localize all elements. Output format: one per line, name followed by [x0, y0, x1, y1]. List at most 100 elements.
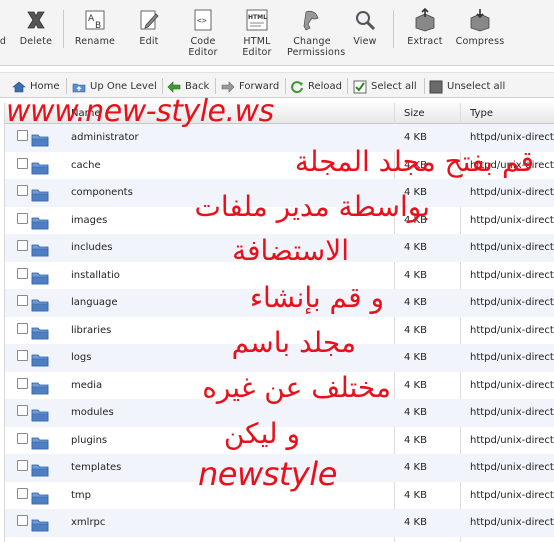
row-checkbox[interactable]	[17, 432, 28, 444]
folder-up-icon	[72, 83, 86, 92]
forward-arrow-icon	[221, 80, 235, 93]
extract-box-icon	[415, 8, 435, 32]
rename-button[interactable]: A B Rename	[72, 8, 118, 64]
code-editor-label: Code Editor	[188, 36, 218, 58]
file-size: 4 KB	[404, 297, 427, 308]
delete-x-icon	[27, 11, 45, 29]
row-checkbox[interactable]	[17, 322, 28, 334]
file-type: httpd/unix-directo	[470, 214, 554, 226]
file-name[interactable]: cache	[71, 160, 101, 171]
instruction-line: بواسطة مدير ملفات	[194, 190, 430, 223]
file-name[interactable]: plugins	[71, 435, 107, 446]
size-column-header[interactable]: Size	[404, 108, 425, 119]
file-name[interactable]: administrator	[71, 132, 139, 143]
file-name[interactable]: modules	[71, 407, 114, 418]
delete-button[interactable]: Delete	[16, 8, 56, 64]
file-type: httpd/unix-directo	[470, 489, 554, 501]
file-type: httpd/unix-directo	[470, 352, 554, 363]
file-name[interactable]: libraries	[71, 325, 111, 336]
unselect-all-button[interactable]: Unselect all	[429, 78, 505, 95]
html-editor-button[interactable]: HTML HTML Editor	[237, 8, 277, 64]
file-type: httpd/unix-directo	[470, 517, 554, 528]
file-name[interactable]: images	[71, 215, 107, 226]
folder-icon	[31, 409, 49, 422]
back-label: Back	[185, 81, 210, 92]
file-size: 4 KB	[404, 489, 427, 501]
reload-icon	[291, 80, 303, 93]
instruction-line: قم بفتح مجلد المجلة	[294, 145, 534, 178]
folder-icon	[31, 464, 49, 477]
row-checkbox[interactable]	[17, 130, 28, 141]
row-checkbox[interactable]	[17, 350, 28, 361]
view-button[interactable]: View	[350, 8, 380, 64]
file-type: httpd/unix-directo	[470, 132, 554, 143]
file-name[interactable]: tmp	[71, 490, 91, 501]
nav-divider	[162, 78, 163, 94]
row-checkbox[interactable]	[17, 460, 28, 471]
file-type: httpd/unix-directo	[470, 434, 554, 446]
back-button[interactable]: Back	[167, 78, 209, 95]
row-checkbox[interactable]	[17, 240, 28, 251]
view-label: View	[353, 36, 377, 47]
toolbar-divider	[393, 10, 394, 48]
folder-icon	[31, 437, 49, 449]
rename-label: Rename	[74, 36, 116, 47]
file-type: httpd/unix-directo	[470, 324, 554, 336]
row-checkbox[interactable]	[17, 487, 28, 499]
file-name[interactable]: logs	[71, 352, 91, 363]
row-checkbox[interactable]	[17, 405, 28, 416]
magnifier-icon	[356, 11, 376, 31]
folder-icon	[31, 272, 49, 284]
reload-button[interactable]: Reload	[290, 78, 342, 95]
watermark-url: www.new-style.ws	[6, 94, 274, 129]
change-permissions-button[interactable]: Change Permissions	[287, 8, 345, 64]
file-name[interactable]: includes	[71, 242, 112, 253]
code-editor-button[interactable]: <> Code Editor	[182, 8, 224, 64]
checkbox-unchecked-icon	[429, 80, 443, 93]
permissions-key-icon	[303, 10, 319, 31]
row-checkbox[interactable]	[17, 212, 28, 224]
home-button[interactable]: Home	[12, 78, 60, 95]
file-type: httpd/unix-directo	[470, 187, 554, 198]
unselect-all-label: Unselect all	[447, 81, 506, 92]
file-name[interactable]: installatio	[71, 270, 120, 281]
file-name[interactable]: language	[71, 297, 118, 308]
row-checkbox[interactable]	[17, 157, 28, 169]
file-name[interactable]: media	[71, 380, 102, 391]
file-type: httpd/unix-directo	[470, 297, 554, 308]
folder-icon	[31, 382, 49, 394]
svg-text:B: B	[95, 21, 101, 31]
file-name[interactable]: components	[71, 187, 133, 198]
folder-icon	[31, 217, 49, 229]
instruction-line: و قم بإنشاء	[249, 281, 384, 314]
row-checkbox[interactable]	[17, 185, 28, 196]
compress-label: Compress	[455, 36, 505, 47]
folder-icon	[31, 244, 49, 257]
row-checkbox[interactable]	[17, 267, 28, 279]
forward-button[interactable]: Forward	[221, 78, 279, 95]
file-name[interactable]: templates	[71, 462, 121, 473]
folder-icon	[31, 492, 49, 504]
extract-button[interactable]: Extract	[404, 8, 446, 64]
edit-button[interactable]: Edit	[132, 8, 166, 64]
row-checkbox[interactable]	[17, 515, 28, 526]
instruction-line: الاستضافة	[232, 234, 349, 267]
table-row[interactable]: xmlrpc 4 KB httpd/unix-directo	[5, 509, 554, 537]
file-size: 4 KB	[404, 379, 427, 391]
html-editor-icon: HTML	[246, 9, 268, 31]
instruction-line: مجلد باسم	[231, 326, 356, 359]
row-checkbox[interactable]	[17, 295, 28, 306]
row-checkbox[interactable]	[17, 377, 28, 389]
select-all-button[interactable]: Select all	[353, 78, 417, 95]
folder-icon	[31, 162, 49, 174]
compress-button[interactable]: Compress	[453, 8, 507, 64]
type-column-header[interactable]: Type	[470, 108, 493, 119]
file-type: httpd/unix-directo	[470, 269, 554, 281]
folder-icon	[31, 189, 49, 202]
file-size: 4 KB	[404, 242, 427, 253]
up-one-level-button[interactable]: Up One Level	[72, 78, 157, 95]
file-name[interactable]: xmlrpc	[71, 517, 105, 528]
cut-button[interactable]: d	[0, 8, 10, 64]
file-type: httpd/unix-directo	[470, 379, 554, 391]
file-size: 4 KB	[404, 132, 427, 143]
